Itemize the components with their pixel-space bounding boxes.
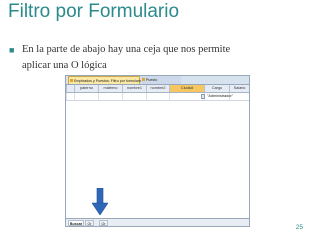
tab-puesto[interactable]: Puesto xyxy=(141,76,181,84)
criteria-cell-nombre2[interactable] xyxy=(146,93,169,100)
column-header-cargo[interactable]: Cargo xyxy=(204,85,229,92)
filter-tabs-bar: Buscar Or Or xyxy=(66,218,249,226)
column-header-nombre2[interactable]: nombre2 xyxy=(146,85,169,92)
access-filter-screenshot: Empleados y Puestos: Filtro por formular… xyxy=(65,75,250,227)
criteria-cell-paterno[interactable] xyxy=(74,93,98,100)
field-header-row: paterno materno nombre1 nombre2 Ciudad C… xyxy=(66,85,249,93)
row-selector-header xyxy=(66,85,74,92)
criteria-value-cargo: "Administrador" xyxy=(207,94,234,98)
dropdown-arrow-icon[interactable] xyxy=(201,94,205,99)
bullet-text-line-2: aplicar una O lógica xyxy=(22,60,107,71)
table-icon xyxy=(70,79,73,82)
tab-filter-by-form[interactable]: Empleados y Puestos: Filtro por formular… xyxy=(68,76,142,84)
page-number: 25 xyxy=(295,224,303,231)
bullet-text-line-1: En la parte de abajo hay una ceja que no… xyxy=(22,44,231,55)
criteria-cell-nombre1[interactable] xyxy=(122,93,146,100)
document-tab-bar: Empleados y Puestos: Filtro por formular… xyxy=(66,76,249,85)
filter-criteria-row: "Administrador" xyxy=(66,93,249,101)
row-selector[interactable] xyxy=(66,93,74,100)
criteria-cell-ciudad[interactable] xyxy=(169,93,204,100)
slide-title: Filtro por Formulario xyxy=(8,1,180,22)
tab-buscar[interactable]: Buscar xyxy=(68,220,84,226)
square-bullet-icon: ■ xyxy=(9,45,15,55)
tab-puesto-label: Puesto xyxy=(146,78,158,82)
tab-filter-by-form-label: Empleados y Puestos: Filtro por formular… xyxy=(74,79,142,83)
tab-or-2[interactable]: Or xyxy=(99,220,108,226)
column-header-ciudad[interactable]: Ciudad xyxy=(169,85,204,92)
column-header-paterno[interactable]: paterno xyxy=(74,85,98,92)
tab-or-1[interactable]: Or xyxy=(85,220,94,226)
criteria-cell-materno[interactable] xyxy=(98,93,122,100)
column-header-nombre1[interactable]: nombre1 xyxy=(122,85,146,92)
slide: Filtro por Formulario ■ En la parte de a… xyxy=(0,0,320,240)
table-icon xyxy=(142,78,145,81)
column-header-salario[interactable]: Salario xyxy=(229,85,249,92)
column-header-materno[interactable]: materno xyxy=(98,85,122,92)
down-arrow-icon xyxy=(92,188,108,215)
